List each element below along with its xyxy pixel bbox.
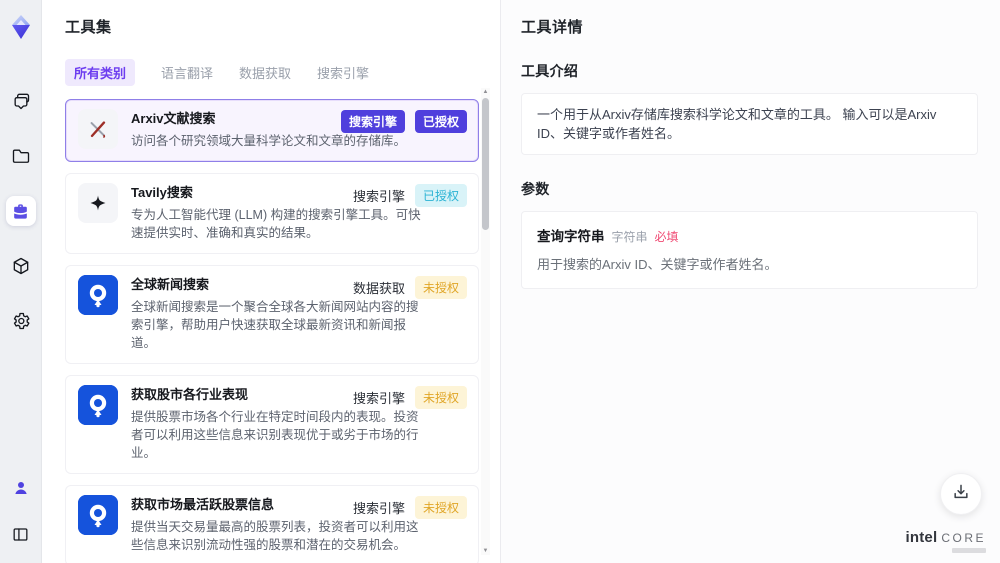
detail-title: 工具详情 — [521, 19, 584, 36]
news-blue-icon — [78, 495, 118, 535]
scroll-down-arrow[interactable]: ▼ — [481, 547, 490, 555]
tool-category-label: 数据获取 — [352, 281, 405, 296]
tool-card[interactable]: 获取市场最活跃股票信息 提供当天交易量最高的股票列表，投资者可以利用这些信息来识… — [65, 485, 479, 563]
scrollbar[interactable]: ▲ ▼ — [481, 88, 490, 555]
gear-icon — [11, 311, 31, 331]
sidebar-item-models[interactable] — [6, 251, 36, 281]
param-description: 用于搜索的Arxiv ID、关键字或作者姓名。 — [537, 257, 778, 272]
param-name: 查询字符串 — [537, 229, 605, 244]
auth-status-badge: 已授权 — [414, 110, 467, 133]
arxiv-icon — [78, 109, 118, 149]
scrollbar-thumb[interactable] — [482, 98, 489, 230]
tool-category-label: 搜索引擎 — [352, 501, 405, 516]
news-blue-icon — [78, 385, 118, 425]
sidebar-item-chat[interactable] — [6, 86, 36, 116]
param-type: 字符串 — [611, 230, 648, 244]
download-button[interactable] — [940, 473, 982, 515]
auth-status-badge: 未授权 — [414, 276, 467, 299]
tool-card[interactable]: 获取股市各行业表现 提供股票市场各个行业在特定时间段内的表现。投资者可以利用这些… — [65, 375, 479, 474]
tool-description: 提供当天交易量最高的股票列表，投资者可以利用这些信息来识别流动性强的股票和潜在的… — [131, 520, 419, 552]
params-heading: 参数 — [521, 181, 550, 197]
tab-0[interactable]: 所有类别 — [65, 59, 136, 86]
folder-icon — [11, 146, 31, 166]
sidebar-item-tools[interactable] — [5, 196, 36, 226]
core-wordmark: core — [941, 531, 986, 545]
auth-status-badge: 已授权 — [414, 184, 467, 207]
intro-text: 一个用于从Arxiv存储库搜索科学论文和文章的工具。 输入可以是Arxiv ID… — [521, 93, 978, 155]
chat-icon — [11, 91, 31, 111]
person-icon — [12, 479, 30, 497]
tab-2[interactable]: 数据获取 — [239, 63, 291, 82]
tab-3[interactable]: 搜索引擎 — [317, 63, 369, 82]
intel-core-logo: intel core — [905, 529, 986, 553]
tool-category-label: 搜索引擎 — [352, 189, 405, 204]
tool-card[interactable]: Arxiv文献搜索 访问各个研究领域大量科学论文和文章的存储库。 搜索引擎 已授… — [65, 99, 479, 162]
page-title: 工具集 — [65, 19, 112, 36]
briefcase-icon — [11, 202, 30, 221]
tab-1[interactable]: 语言翻译 — [161, 63, 213, 82]
tool-description: 访问各个研究领域大量科学论文和文章的存储库。 — [131, 134, 407, 148]
tool-category-label: 搜索引擎 — [340, 110, 405, 133]
tool-description: 提供股票市场各个行业在特定时间段内的表现。投资者可以利用这些信息来识别表现优于或… — [131, 410, 419, 460]
tool-card[interactable]: Tavily搜索 专为人工智能代理 (LLM) 构建的搜索引擎工具。可快速提供实… — [65, 173, 479, 254]
tool-description: 全球新闻搜索是一个聚合全球各大新闻网站内容的搜索引擎，帮助用户快速获取全球最新资… — [131, 300, 419, 350]
app-window: 工具集 所有类别 语言翻译 数据获取 搜索引擎 Arxiv文献搜索 访问各个研究领域大… — [0, 0, 1000, 563]
tavily-icon — [78, 183, 118, 223]
news-blue-icon — [78, 275, 118, 315]
tool-detail-panel: 工具详情 工具介绍 一个用于从Arxiv存储库搜索科学论文和文章的工具。 输入可… — [500, 0, 1000, 563]
category-tabs: 所有类别 语言翻译 数据获取 搜索引擎 — [65, 59, 500, 86]
tool-description: 专为人工智能代理 (LLM) 构建的搜索引擎工具。可快速提供实时、准确和真实的结… — [131, 208, 421, 240]
sidebar-item-settings[interactable] — [6, 306, 36, 336]
sidebar-item-account[interactable] — [6, 473, 36, 503]
sidebar-item-panel-toggle[interactable] — [6, 519, 36, 549]
tools-panel: 工具集 所有类别 语言翻译 数据获取 搜索引擎 Arxiv文献搜索 访问各个研究领域大… — [42, 0, 500, 563]
param-card: 查询字符串 字符串 必填 用于搜索的Arxiv ID、关键字或作者姓名。 — [521, 211, 978, 289]
logo-sub-badge — [952, 548, 986, 553]
sidebar-item-folder[interactable] — [6, 141, 36, 171]
scroll-up-arrow[interactable]: ▲ — [481, 88, 490, 96]
cube-icon — [11, 256, 31, 276]
auth-status-badge: 未授权 — [414, 496, 467, 519]
intro-heading: 工具介绍 — [521, 63, 579, 79]
left-rail — [0, 0, 42, 563]
tool-card[interactable]: 全球新闻搜索 全球新闻搜索是一个聚合全球各大新闻网站内容的搜索引擎，帮助用户快速… — [65, 265, 479, 364]
tool-list: Arxiv文献搜索 访问各个研究领域大量科学论文和文章的存储库。 搜索引擎 已授… — [65, 99, 479, 563]
intel-wordmark: intel — [905, 529, 938, 546]
download-icon — [951, 482, 971, 507]
auth-status-badge: 未授权 — [414, 386, 467, 409]
tool-category-label: 搜索引擎 — [352, 391, 405, 406]
app-logo-icon — [8, 14, 34, 40]
panel-icon — [11, 525, 30, 544]
param-required-badge: 必填 — [654, 230, 679, 244]
